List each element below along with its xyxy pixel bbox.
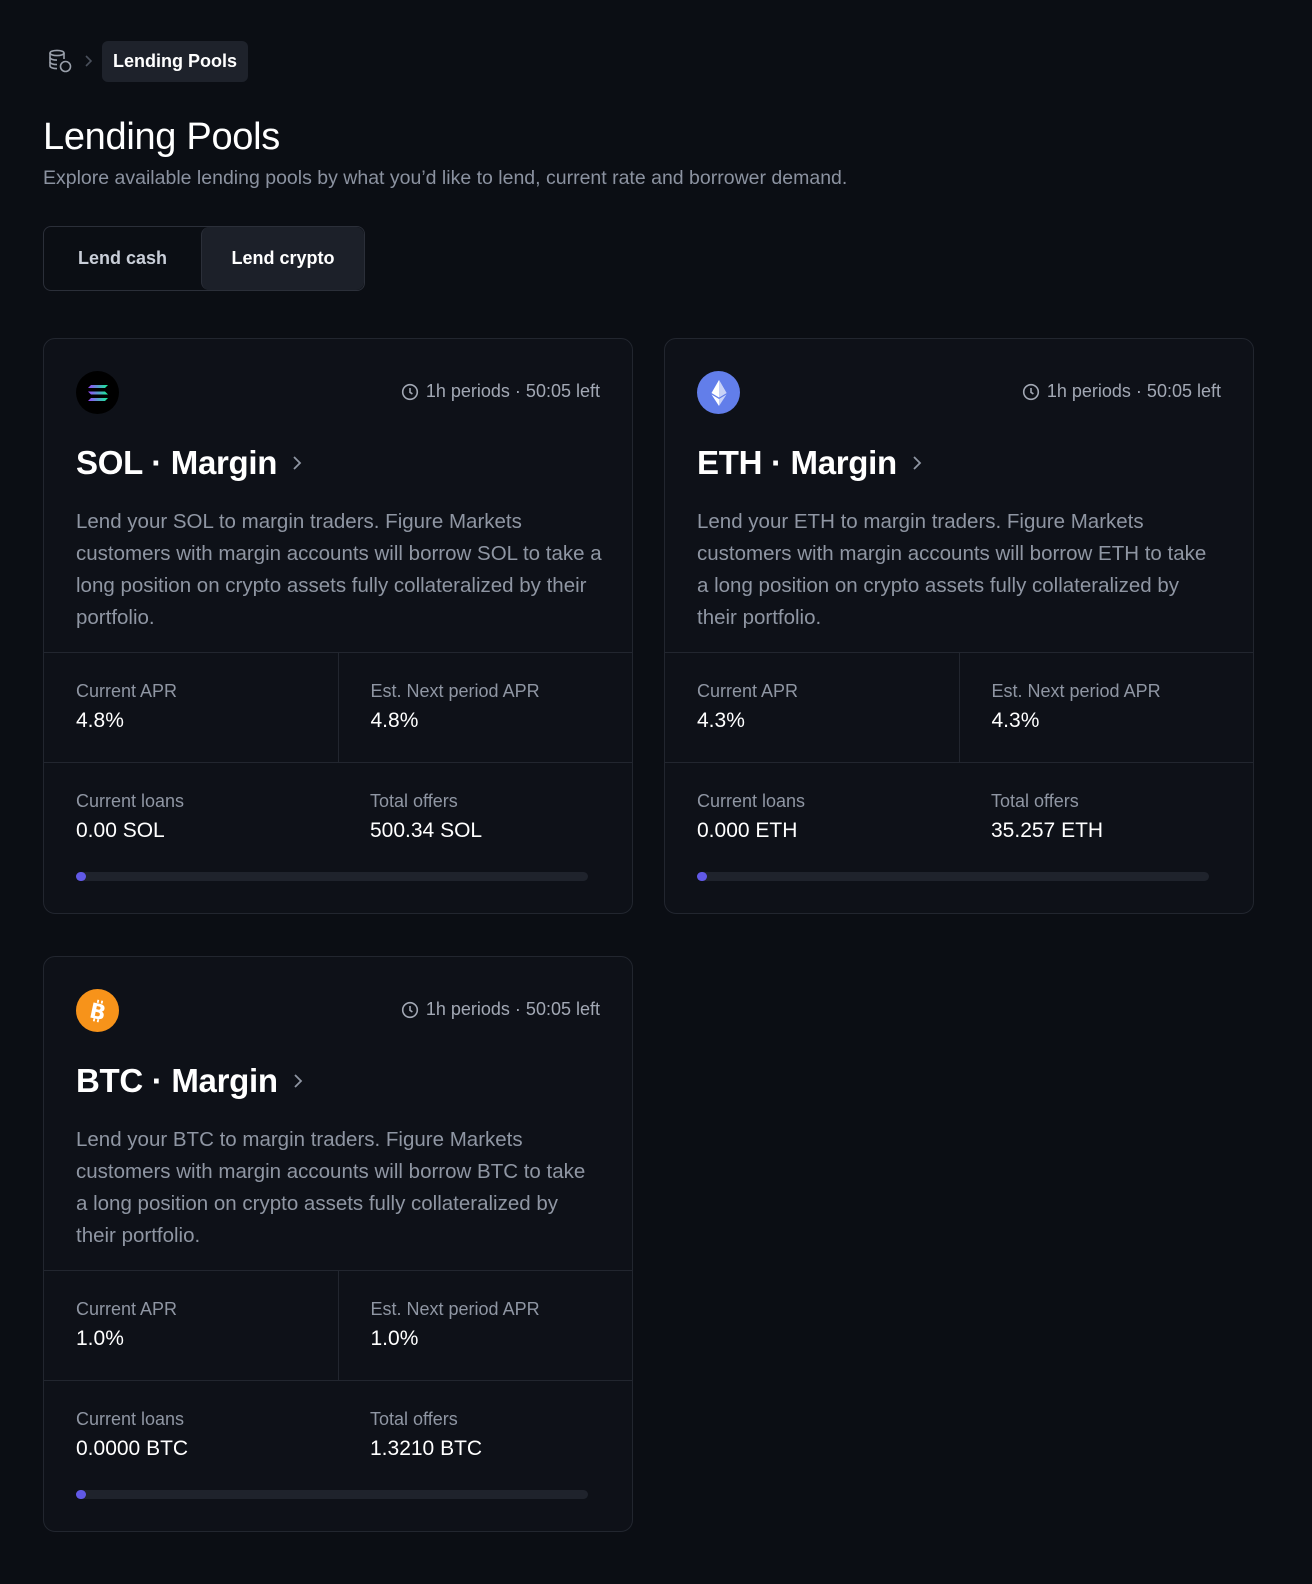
lend-crypto-button[interactable]: Lend crypto [201,227,364,290]
pool-description: Lend your BTC to margin traders. Figure … [76,1128,586,1247]
ethereum-icon [697,371,740,414]
clock-icon [401,1001,419,1019]
stat-value: 4.8% [76,709,124,732]
stat-label: Est. Next period APR [370,681,540,701]
pool-description: Lend your SOL to margin traders. Figure … [76,510,602,629]
page-title: Lending Pools [43,116,280,158]
chevron-right-icon [292,1071,304,1091]
pool-title[interactable]: BTC · Margin [76,1062,600,1100]
utilization-fill [76,872,86,881]
pool-title-text: BTC · Margin [76,1062,278,1099]
stat-value: 0.00 SOL [76,819,165,842]
current-loans: Current loans 0.0000 BTC [44,1381,338,1531]
stat-value: 0.000 ETH [697,819,798,842]
apr-row: Current APR 1.0% Est. Next period APR 1.… [44,1270,632,1380]
period-text: 1h periods · 50:05 left [425,999,600,1019]
stat-label: Total offers [370,791,458,811]
stat-value: 4.8% [370,709,419,732]
utilization-bar [697,872,1209,881]
utilization-bar [76,1490,588,1499]
period-text: 1h periods · 50:05 left [1046,381,1221,401]
next-period-apr: Est. Next period APR 1.0% [337,1271,633,1380]
utilization-fill [76,1490,86,1499]
stat-value: 1.3210 BTC [370,1437,483,1460]
current-loans: Current loans 0.000 ETH [665,763,959,913]
stat-label: Est. Next period APR [991,681,1161,701]
lend-type-toggle: Lend cash Lend crypto [43,226,365,291]
current-loans: Current loans 0.00 SOL [44,763,338,913]
stat-value: 4.3% [991,709,1040,732]
stat-label: Current loans [697,791,806,811]
coins-database-icon[interactable] [45,46,75,76]
chevron-right-icon [291,453,303,473]
loans-row: Current loans 0.00 SOL Total offers 500.… [44,762,632,913]
stat-label: Current APR [76,681,178,701]
apr-row: Current APR 4.3% Est. Next period APR 4.… [665,652,1253,762]
stat-label: Total offers [370,1409,458,1429]
clock-icon [401,383,419,401]
pool-title-text: ETH · Margin [697,444,897,481]
clock-icon [1022,383,1040,401]
stat-value: 1.0% [76,1327,124,1350]
loans-row: Current loans 0.000 ETH Total offers 35.… [665,762,1253,913]
total-offers: Total offers 1.3210 BTC [338,1381,632,1531]
pool-card-eth[interactable]: 1h periods · 50:05 left ETH · Margin Len… [664,338,1254,914]
loans-row: Current loans 0.0000 BTC Total offers 1.… [44,1380,632,1531]
breadcrumb-current[interactable]: Lending Pools [102,40,248,82]
period-info: 1h periods · 50:05 left [401,381,600,402]
pool-title[interactable]: ETH · Margin [697,444,1221,482]
lend-cash-button[interactable]: Lend cash [44,227,201,290]
stat-label: Current APR [76,1299,178,1319]
next-period-apr: Est. Next period APR 4.8% [337,653,633,762]
apr-row: Current APR 4.8% Est. Next period APR 4.… [44,652,632,762]
next-period-apr: Est. Next period APR 4.3% [958,653,1254,762]
total-offers: Total offers 500.34 SOL [338,763,632,913]
utilization-fill [697,872,707,881]
stat-label: Est. Next period APR [370,1299,540,1319]
bitcoin-icon: B [76,989,119,1032]
page-subtitle: Explore available lending pools by what … [43,167,848,189]
pool-card-sol[interactable]: 1h periods · 50:05 left SOL · Margin Len… [43,338,633,914]
stat-value: 0.0000 BTC [76,1437,189,1460]
stat-label: Total offers [991,791,1079,811]
pool-description: Lend your ETH to margin traders. Figure … [697,510,1207,629]
stat-value: 1.0% [370,1327,419,1350]
current-apr: Current APR 4.3% [665,653,959,762]
pool-title-text: SOL · Margin [76,444,278,481]
stat-value: 500.34 SOL [370,819,483,842]
chevron-right-icon [83,54,93,68]
period-text: 1h periods · 50:05 left [425,381,600,401]
period-info: 1h periods · 50:05 left [401,999,600,1020]
current-apr: Current APR 4.8% [44,653,338,762]
breadcrumb: Lending Pools [43,40,1269,82]
utilization-bar [76,872,588,881]
pool-card-btc[interactable]: B 1h periods · 50:05 left BTC · Margin L… [43,956,633,1532]
stat-label: Current APR [697,681,799,701]
chevron-right-icon [911,453,923,473]
stat-value: 4.3% [697,709,745,732]
total-offers: Total offers 35.257 ETH [959,763,1253,913]
stat-value: 35.257 ETH [991,819,1104,842]
stat-label: Current loans [76,791,185,811]
solana-icon [76,371,119,414]
period-info: 1h periods · 50:05 left [1022,381,1221,402]
pool-title[interactable]: SOL · Margin [76,444,600,482]
stat-label: Current loans [76,1409,185,1429]
current-apr: Current APR 1.0% [44,1271,338,1380]
